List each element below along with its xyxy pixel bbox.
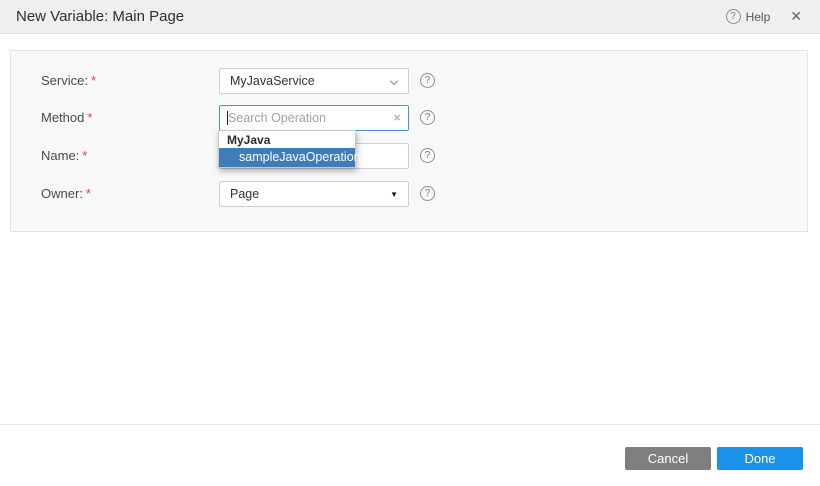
service-help-icon[interactable]: ? bbox=[420, 73, 435, 88]
dropdown-option-selected[interactable]: sampleJavaOperation bbox=[219, 148, 355, 167]
footer-divider bbox=[0, 424, 820, 425]
help-icon: ? bbox=[726, 9, 741, 24]
help-button[interactable]: ? Help bbox=[726, 9, 771, 24]
required-marker: * bbox=[86, 186, 91, 201]
owner-label: Owner:* bbox=[41, 181, 91, 207]
form-row-owner: Owner:* Page ▼ ? bbox=[11, 181, 807, 207]
header-actions: ? Help ✕ bbox=[726, 6, 806, 27]
cancel-button[interactable]: Cancel bbox=[625, 447, 711, 470]
owner-select[interactable]: Page ▼ bbox=[219, 181, 409, 207]
dialog-header: New Variable: Main Page ? Help ✕ bbox=[0, 0, 820, 34]
form-row-method: Method* × ? bbox=[11, 105, 807, 131]
service-label: Service:* bbox=[41, 68, 96, 94]
form-row-name: Name:* ? bbox=[11, 143, 807, 169]
owner-select-value: Page bbox=[230, 187, 259, 201]
chevron-down-icon bbox=[390, 77, 398, 85]
service-select-value: MyJavaService bbox=[230, 74, 315, 88]
owner-help-icon[interactable]: ? bbox=[420, 186, 435, 201]
method-search-input[interactable] bbox=[219, 105, 409, 131]
form-row-service: Service:* MyJavaService ? bbox=[11, 68, 807, 94]
method-label: Method* bbox=[41, 105, 92, 131]
text-caret bbox=[227, 111, 228, 125]
close-icon[interactable]: ✕ bbox=[786, 6, 806, 27]
required-marker: * bbox=[91, 73, 96, 88]
name-label: Name:* bbox=[41, 143, 87, 169]
name-help-icon[interactable]: ? bbox=[420, 148, 435, 163]
required-marker: * bbox=[87, 110, 92, 125]
method-help-icon[interactable]: ? bbox=[420, 110, 435, 125]
required-marker: * bbox=[82, 148, 87, 163]
form-panel: Service:* MyJavaService ? Method* × ? bbox=[10, 50, 808, 232]
method-options-dropdown: MyJava sampleJavaOperation bbox=[218, 130, 356, 168]
help-label: Help bbox=[746, 10, 771, 24]
dropdown-group-label: MyJava bbox=[219, 131, 355, 148]
new-variable-dialog: New Variable: Main Page ? Help ✕ Service… bbox=[0, 0, 820, 486]
dialog-title: New Variable: Main Page bbox=[16, 8, 184, 25]
done-button[interactable]: Done bbox=[717, 447, 803, 470]
clear-search-icon[interactable]: × bbox=[393, 110, 401, 126]
service-select[interactable]: MyJavaService bbox=[219, 68, 409, 94]
dropdown-arrow-icon: ▼ bbox=[390, 190, 398, 199]
